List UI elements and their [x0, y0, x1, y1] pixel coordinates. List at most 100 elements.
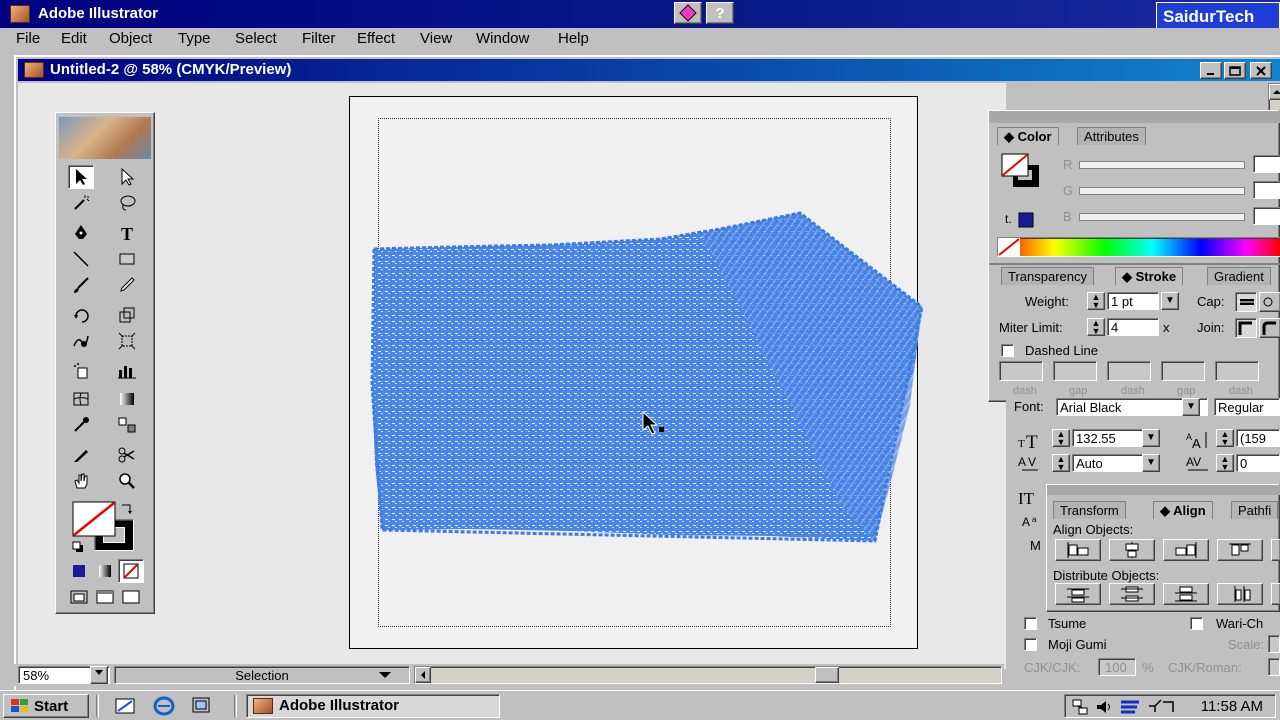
- align-right-button[interactable]: [1163, 539, 1209, 561]
- tsume-checkbox[interactable]: [1024, 617, 1037, 630]
- kerning-dropdown[interactable]: ▼: [1142, 454, 1160, 472]
- butt-cap-button[interactable]: [1235, 292, 1257, 312]
- menu-type[interactable]: Type: [178, 30, 211, 47]
- magic-wand-tool[interactable]: [68, 191, 94, 215]
- distribute-hcenter-button[interactable]: [1271, 583, 1280, 605]
- menu-view[interactable]: View: [420, 30, 452, 47]
- scale-tool[interactable]: [114, 303, 140, 327]
- close-button[interactable]: [1250, 62, 1272, 79]
- spectrum-none-swatch[interactable]: [998, 238, 1020, 256]
- line-segment-tool[interactable]: [68, 247, 94, 271]
- moji-gumi-checkbox[interactable]: [1024, 638, 1037, 651]
- color-mode-button[interactable]: [66, 559, 92, 583]
- font-size-dropdown[interactable]: ▼: [1142, 429, 1160, 447]
- leading-field[interactable]: (159: [1236, 429, 1280, 447]
- show-desktop-icon[interactable]: [114, 695, 138, 717]
- internet-explorer-icon[interactable]: [152, 695, 176, 717]
- scroll-thumb[interactable]: [815, 667, 839, 683]
- red-value[interactable]: [1253, 155, 1280, 173]
- align-left-button[interactable]: [1055, 539, 1101, 561]
- symbol-sprayer-tool[interactable]: [68, 359, 94, 383]
- swap-fill-stroke-icon[interactable]: [120, 501, 134, 515]
- weight-spinner[interactable]: ▲ ▼: [1087, 292, 1105, 310]
- taskbar-illustrator-button[interactable]: Adobe Illustrator: [246, 694, 500, 718]
- green-slider[interactable]: [1079, 187, 1245, 195]
- scroll-left-button[interactable]: [415, 667, 431, 683]
- minimize-button[interactable]: [1200, 62, 1222, 79]
- document-titlebar[interactable]: Untitled-2 @ 58% (CMYK/Preview): [18, 59, 1280, 81]
- dash-field-1[interactable]: [999, 361, 1043, 381]
- selection-tool[interactable]: [68, 165, 94, 189]
- tab-transform[interactable]: Transform: [1053, 501, 1126, 519]
- blue-value[interactable]: [1253, 207, 1280, 225]
- dash-field-3[interactable]: [1215, 361, 1259, 381]
- illustrator-app-icon[interactable]: [10, 5, 30, 23]
- direct-selection-tool[interactable]: [114, 165, 140, 189]
- tab-color[interactable]: ◆ Color: [997, 127, 1059, 145]
- type-tool[interactable]: T: [114, 221, 140, 245]
- status-dropdown-icon[interactable]: [378, 670, 392, 680]
- menu-effect[interactable]: Effect: [357, 30, 395, 47]
- full-screen-mode[interactable]: [118, 585, 144, 609]
- distribute-vcenter-button[interactable]: [1109, 583, 1155, 605]
- round-join-button[interactable]: [1259, 318, 1280, 338]
- tab-stroke[interactable]: ◆ Stroke: [1115, 267, 1184, 285]
- red-slider[interactable]: [1079, 161, 1245, 169]
- align-horizontal-center-button[interactable]: [1109, 539, 1155, 561]
- volume-icon[interactable]: [1095, 698, 1113, 716]
- hand-tool[interactable]: [68, 469, 94, 493]
- panel-grip[interactable]: [989, 111, 1280, 123]
- miter-field[interactable]: 4: [1107, 318, 1159, 336]
- scroll-up-button[interactable]: [1269, 84, 1280, 100]
- font-family-dropdown[interactable]: ▼: [1182, 398, 1200, 416]
- menu-help[interactable]: Help: [558, 30, 589, 47]
- maximize-button[interactable]: [1224, 62, 1246, 79]
- weight-field[interactable]: 1 pt: [1107, 292, 1159, 310]
- font-size-spinner[interactable]: ▲ ▼: [1052, 429, 1070, 447]
- tab-gradient[interactable]: Gradient: [1207, 267, 1271, 285]
- eyedropper-tool[interactable]: [68, 413, 94, 437]
- horizontal-scrollbar[interactable]: [414, 666, 1002, 684]
- gradient-tool[interactable]: [114, 387, 140, 411]
- weight-dropdown[interactable]: ▼: [1161, 292, 1179, 310]
- warp-tool[interactable]: [68, 329, 94, 353]
- kerning-spinner[interactable]: ▲ ▼: [1052, 454, 1070, 472]
- lasso-tool[interactable]: [114, 191, 140, 215]
- pen-tool[interactable]: [68, 221, 94, 245]
- cjk-cjk-field[interactable]: 100: [1098, 658, 1136, 676]
- rotate-tool[interactable]: [68, 303, 94, 327]
- network-icon[interactable]: [1071, 698, 1089, 716]
- menu-edit[interactable]: Edit: [61, 30, 87, 47]
- font-size-field[interactable]: 132.55: [1072, 429, 1152, 447]
- align-vertical-center-button[interactable]: [1271, 539, 1280, 561]
- document-icon[interactable]: [24, 62, 44, 78]
- rectangle-tool[interactable]: [114, 247, 140, 271]
- none-mode-button[interactable]: [118, 559, 144, 583]
- color-spectrum-bar[interactable]: [997, 237, 1280, 257]
- tracking-spinner[interactable]: ▲ ▼: [1216, 454, 1234, 472]
- font-style-field[interactable]: Regular: [1214, 398, 1280, 416]
- outlook-express-icon[interactable]: [190, 695, 214, 717]
- scale-field[interactable]: [1268, 635, 1280, 653]
- start-button[interactable]: Start: [3, 694, 89, 718]
- status-text[interactable]: Selection: [114, 666, 410, 684]
- free-transform-tool[interactable]: [114, 329, 140, 353]
- gradient-mode-button[interactable]: [92, 559, 118, 583]
- out-of-gamut-warning-icon[interactable]: t.: [1005, 209, 1035, 231]
- miter-spinner[interactable]: ▲ ▼: [1087, 318, 1105, 336]
- fill-none-swatch[interactable]: [72, 501, 116, 537]
- distribute-top-button[interactable]: [1055, 583, 1101, 605]
- distribute-bottom-button[interactable]: [1163, 583, 1209, 605]
- tab-transparency[interactable]: Transparency: [1001, 267, 1094, 285]
- miter-join-button[interactable]: [1235, 318, 1257, 338]
- zoom-dropdown-button[interactable]: [90, 666, 108, 684]
- default-colors-icon[interactable]: [72, 541, 84, 553]
- blend-tool[interactable]: [114, 413, 140, 437]
- tab-pathfinder[interactable]: Pathfi: [1231, 501, 1279, 519]
- pencil-tool[interactable]: [114, 273, 140, 297]
- zoom-tool[interactable]: [114, 469, 140, 493]
- green-value[interactable]: [1253, 181, 1280, 199]
- gap-field-2[interactable]: [1161, 361, 1205, 381]
- clock[interactable]: 11:58 AM: [1201, 698, 1263, 715]
- menu-filter[interactable]: Filter: [302, 30, 335, 47]
